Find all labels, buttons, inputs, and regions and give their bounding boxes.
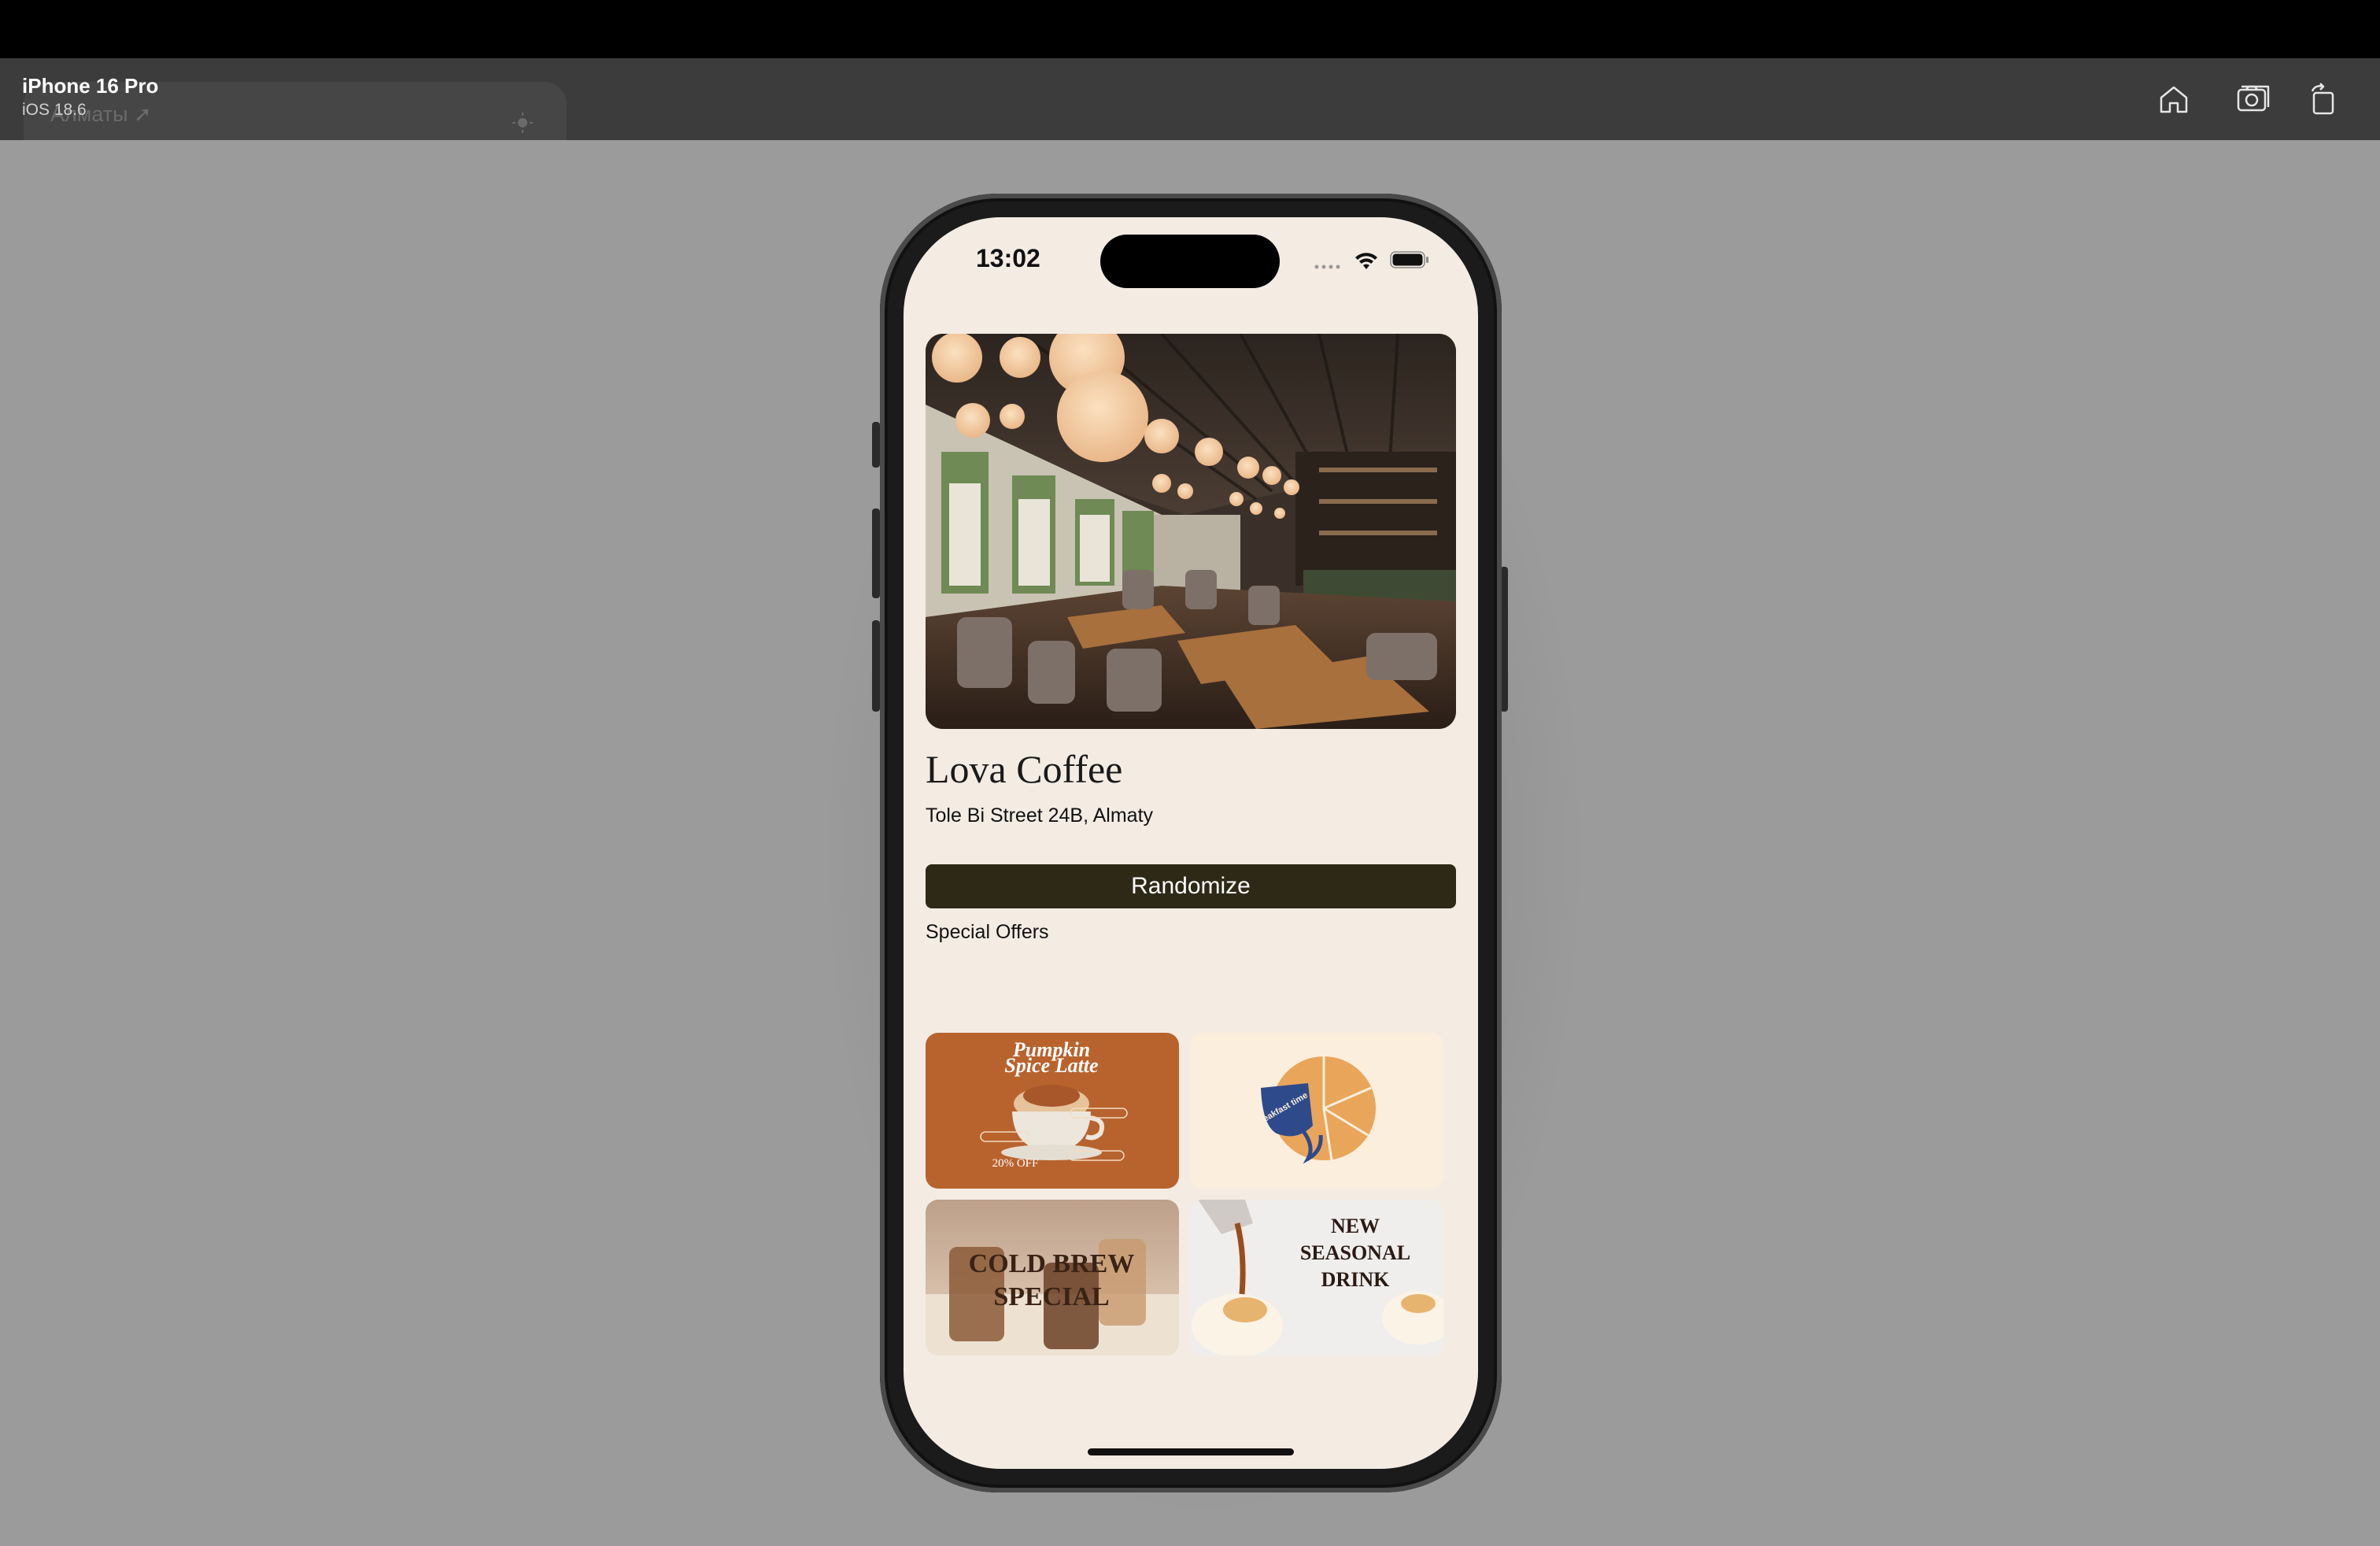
- offer-coldbrew-line1: COLD BREW: [969, 1249, 1135, 1278]
- cafe-address: Tole Bi Street 24B, Almaty: [926, 804, 1154, 827]
- offer-coldbrew-line2: SPECIAL: [993, 1282, 1109, 1311]
- screenshot-icon: [2237, 85, 2270, 112]
- offer-title-line2: Spice Latte: [1004, 1054, 1098, 1077]
- offer-card-cold-brew[interactable]: COLD BREW SPECIAL: [926, 1200, 1179, 1356]
- home-button[interactable]: [2153, 79, 2194, 120]
- status-time: 13:02: [976, 244, 1040, 272]
- device-name: iPhone 16 Pro: [22, 74, 159, 98]
- offer-seasonal-line3: DRINK: [1321, 1268, 1390, 1291]
- rotate-icon: [2311, 83, 2334, 115]
- dynamic-island: [1100, 235, 1280, 288]
- action-button[interactable]: [872, 422, 880, 468]
- offer-card-pumpkin-latte[interactable]: Pumpkin Spice Latte 20% OFF: [926, 1033, 1179, 1189]
- offer-seasonal-line1: NEW: [1331, 1215, 1380, 1237]
- randomize-button[interactable]: Randomize: [926, 864, 1456, 908]
- rotate-button[interactable]: [2303, 79, 2344, 120]
- os-version: iOS 18.6: [22, 101, 87, 119]
- offer-discount: 20% OFF: [992, 1157, 1039, 1170]
- volume-down-button[interactable]: [872, 620, 880, 712]
- sun-icon: [512, 113, 533, 133]
- cafe-hero-image: [926, 334, 1456, 729]
- cellular-dots-icon: [1314, 264, 1340, 269]
- battery-icon: [1390, 251, 1428, 268]
- phone-screen: 13:02 Lova Coffee Tole Bi Street 24B, Al…: [904, 217, 1478, 1469]
- cafe-name: Lova Coffee: [926, 747, 1123, 791]
- wifi-icon: [1355, 253, 1377, 269]
- offer-card-seasonal-drink[interactable]: NEW SEASONAL DRINK: [1190, 1200, 1443, 1356]
- offer-seasonal-line2: SEASONAL: [1300, 1241, 1410, 1264]
- screenshot-button[interactable]: [2232, 79, 2273, 120]
- iphone-frame: 13:02 Lova Coffee Tole Bi Street 24B, Al…: [880, 194, 1502, 1492]
- offer-card-breakfast-time[interactable]: breakfast time: [1190, 1033, 1443, 1189]
- special-offers-title: Special Offers: [926, 921, 1049, 943]
- home-icon: [2160, 86, 2188, 113]
- volume-up-button[interactable]: [872, 509, 880, 598]
- window-top-band: [0, 0, 2380, 58]
- home-indicator[interactable]: [1088, 1448, 1294, 1455]
